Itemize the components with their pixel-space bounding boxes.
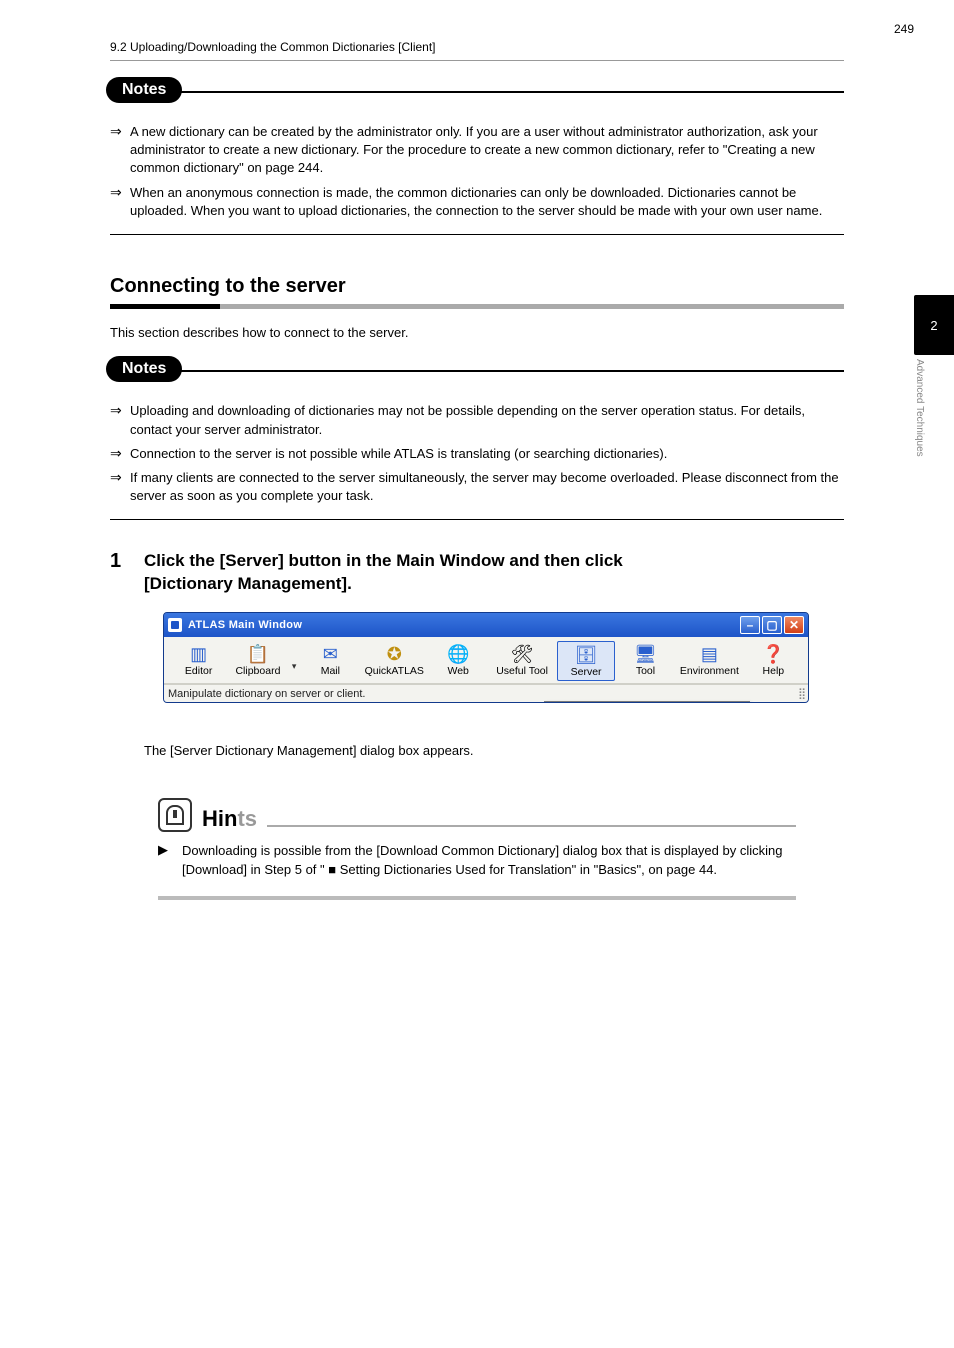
menu-item-dictionary-management[interactable]: 🗂 Dictionary Management... xyxy=(545,702,749,703)
note-text: If many clients are connected to the ser… xyxy=(130,469,844,505)
clipboard-icon: 📋 xyxy=(245,643,271,665)
resize-grip-icon[interactable]: ⣿ xyxy=(798,687,804,700)
tool-icon: 🖥 xyxy=(632,643,658,665)
note-text: Connection to the server is not possible… xyxy=(130,445,844,463)
step-result: The [Server Dictionary Management] dialo… xyxy=(144,743,844,758)
note-text: When an anonymous connection is made, th… xyxy=(130,184,844,220)
useful-tool-icon: 🛠 xyxy=(509,643,535,665)
page-number: 249 xyxy=(894,22,914,36)
titlebar[interactable]: ATLAS Main Window – ▢ ✕ xyxy=(164,613,808,637)
breadcrumb: 9.2 Uploading/Downloading the Common Dic… xyxy=(110,40,844,61)
atlas-main-window: ATLAS Main Window – ▢ ✕ ▥ Editor 📋 Clipb… xyxy=(163,612,809,703)
maximize-button[interactable]: ▢ xyxy=(762,616,782,634)
toolbar-label: Environment xyxy=(680,665,739,677)
toolbar-label: Editor xyxy=(185,665,212,677)
side-tab-number: 2 xyxy=(914,295,954,355)
step-1: 1 Click the [Server] button in the Main … xyxy=(110,550,844,758)
arrow-icon: ⇒ xyxy=(110,469,130,505)
toolbar-server[interactable]: 🗄 Server xyxy=(557,641,614,681)
side-tab-label: Advanced Techniques xyxy=(914,359,925,479)
note-text: A new dictionary can be created by the a… xyxy=(130,123,844,178)
triangle-icon: ▶ xyxy=(158,842,182,880)
notes-label: Notes xyxy=(106,77,182,103)
section-title: Connecting to the server xyxy=(110,275,844,298)
toolbar-label: Mail xyxy=(321,665,340,677)
toolbar-label: Server xyxy=(571,666,602,678)
arrow-icon: ⇒ xyxy=(110,402,130,438)
toolbar-quickatlas[interactable]: ✪ QuickATLAS xyxy=(361,641,428,681)
hints-icon xyxy=(158,798,192,832)
step-number: 1 xyxy=(110,550,144,596)
dropdown-caret-icon[interactable]: ▾ xyxy=(289,641,300,681)
notes-label: Notes xyxy=(106,356,182,382)
environment-icon: ▤ xyxy=(696,643,722,665)
section-header: Connecting to the server This section de… xyxy=(110,275,844,343)
toolbar-help[interactable]: ❓ Help xyxy=(745,641,802,681)
help-icon: ❓ xyxy=(760,643,786,665)
toolbar-label: Clipboard xyxy=(235,665,280,677)
note-item: ⇒ If many clients are connected to the s… xyxy=(110,469,844,505)
mail-icon: ✉ xyxy=(317,643,343,665)
notes-block-2: Notes ⇒ Uploading and downloading of dic… xyxy=(110,370,844,520)
quickatlas-icon: ✪ xyxy=(381,643,407,665)
notes-block-1: Notes ⇒ A new dictionary can be created … xyxy=(110,91,844,235)
note-text: Uploading and downloading of dictionarie… xyxy=(130,402,844,438)
side-tab: 2 Advanced Techniques xyxy=(914,295,954,479)
toolbar-label: Help xyxy=(763,665,785,677)
window-title: ATLAS Main Window xyxy=(188,619,302,631)
note-item: ⇒ Uploading and downloading of dictionar… xyxy=(110,402,844,438)
toolbar-label: QuickATLAS xyxy=(365,665,424,677)
server-dropdown-menu: 🗂 Dictionary Management... ⚙ Configure S… xyxy=(544,701,750,703)
arrow-icon: ⇒ xyxy=(110,184,130,220)
note-item: ⇒ A new dictionary can be created by the… xyxy=(110,123,844,178)
arrow-icon: ⇒ xyxy=(110,445,130,463)
close-button[interactable]: ✕ xyxy=(784,616,804,634)
server-icon: 🗄 xyxy=(573,644,599,666)
hints-text: Downloading is possible from the [Downlo… xyxy=(182,842,796,880)
toolbar-editor[interactable]: ▥ Editor xyxy=(170,641,227,681)
toolbar-web[interactable]: 🌐 Web xyxy=(430,641,487,681)
statusbar: Manipulate dictionary on server or clien… xyxy=(164,684,808,702)
arrow-icon: ⇒ xyxy=(110,123,130,178)
section-body: This section describes how to connect to… xyxy=(110,323,844,343)
toolbar-tool[interactable]: 🖥 Tool xyxy=(617,641,674,681)
toolbar-useful-tool[interactable]: 🛠 Useful Tool xyxy=(489,641,556,681)
hints-title: Hints xyxy=(202,806,257,832)
editor-icon: ▥ xyxy=(186,643,212,665)
toolbar: ▥ Editor 📋 Clipboard ▾ ✉ Mail ✪ QuickATL… xyxy=(164,637,808,684)
toolbar-environment[interactable]: ▤ Environment xyxy=(676,641,743,681)
toolbar-mail[interactable]: ✉ Mail xyxy=(302,641,359,681)
toolbar-label: Web xyxy=(447,665,468,677)
hints-block: Hints ▶ Downloading is possible from the… xyxy=(158,798,796,900)
note-item: ⇒ When an anonymous connection is made, … xyxy=(110,184,844,220)
toolbar-label: Tool xyxy=(636,665,655,677)
web-icon: 🌐 xyxy=(445,643,471,665)
status-text: Manipulate dictionary on server or clien… xyxy=(168,688,365,700)
step-text: Click the [Server] button in the Main Wi… xyxy=(144,550,844,596)
note-item: ⇒ Connection to the server is not possib… xyxy=(110,445,844,463)
app-icon xyxy=(168,618,182,632)
toolbar-clipboard[interactable]: 📋 Clipboard xyxy=(229,641,286,681)
toolbar-label: Useful Tool xyxy=(496,665,548,677)
minimize-button[interactable]: – xyxy=(740,616,760,634)
